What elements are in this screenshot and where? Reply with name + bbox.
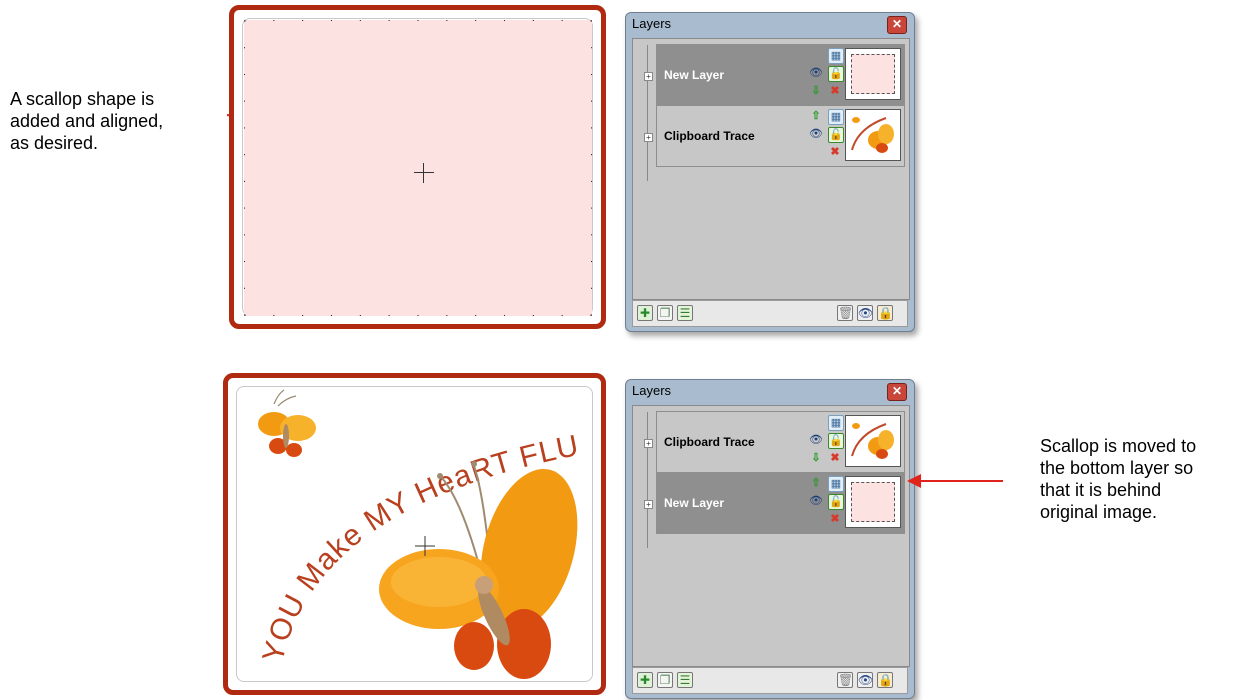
expand-icon[interactable]: + [644,439,653,448]
annotation-bottom-line-4: original image. [1040,502,1158,522]
delete-icon[interactable]: ✖ [828,512,842,526]
grid-icon[interactable]: ▦ [828,48,844,64]
lock-icon[interactable]: 🔓 [828,433,844,449]
trash-icon[interactable]: 🗑 [837,672,853,688]
tree-line [647,45,648,181]
add-layer-button[interactable]: ✚ [637,305,653,321]
layers-panel-bottom: Layers ✕ + Clipboard Trace ▦ 👁 🔓 ⇩ ✖ + N… [625,379,915,699]
layer-name: New Layer [664,68,725,82]
annotation-top-line-3: as desired. [10,133,99,153]
layer-row-new-layer[interactable]: + New Layer ⇧ ▦ 👁 🔓 ✖ [644,472,905,534]
annotation-top-line-2: added and aligned, [10,111,164,131]
layer-row-new-layer[interactable]: + New Layer ▦ 👁 🔓 ⇩ ✖ [644,44,905,106]
small-butterfly-icon [258,389,316,457]
delete-icon[interactable]: ✖ [828,451,842,465]
layers-list: + New Layer ▦ 👁 🔓 ⇩ ✖ + Clipboard Trace … [632,38,910,300]
eye-icon[interactable]: 👁 [809,433,823,447]
expand-icon[interactable]: + [644,500,653,509]
expand-icon[interactable]: + [644,133,653,142]
duplicate-layer-button[interactable]: ❐ [657,672,673,688]
grid-icon[interactable]: ▦ [828,109,844,125]
annotation-bottom-line-2: the bottom layer so [1040,458,1194,478]
eye-icon[interactable]: 👁 [857,672,873,688]
move-down-icon[interactable]: ⇩ [809,451,823,465]
grid-icon[interactable]: ▦ [828,415,844,431]
layer-name: Clipboard Trace [664,435,755,449]
annotation-arrow-bottom [907,474,1003,488]
layer-row-clipboard-trace[interactable]: + Clipboard Trace ▦ 👁 🔓 ⇩ ✖ [644,411,905,473]
delete-icon[interactable]: ✖ [828,145,842,159]
move-up-icon[interactable]: ⇧ [809,109,823,123]
eye-icon[interactable]: 👁 [809,494,823,508]
panel-footer: ✚ ❐ ☰ 🗑 👁 🔒 [632,667,908,694]
canvas-bottom[interactable]: YOU Make MY HeaRT FLUTTer... [223,373,606,695]
layer-name: New Layer [664,496,725,510]
lock-icon[interactable]: 🔓 [828,66,844,82]
lock-icon[interactable]: 🔓 [828,127,844,143]
layer-thumbnail [845,48,901,100]
eye-icon[interactable]: 👁 [857,305,873,321]
panel-title: Layers [632,16,672,31]
duplicate-layer-button[interactable]: ❐ [657,305,673,321]
crosshair-cursor [414,163,434,183]
trash-icon[interactable]: 🗑 [837,305,853,321]
lock-icon[interactable]: 🔓 [828,494,844,510]
canvas-top[interactable] [229,5,606,329]
layers-panel-top: Layers ✕ + New Layer ▦ 👁 🔓 ⇩ ✖ + Clipboa… [625,12,915,332]
expand-icon[interactable]: + [644,72,653,81]
annotation-bottom-line-3: that it is behind [1040,480,1162,500]
merge-layer-button[interactable]: ☰ [677,305,693,321]
layer-row-clipboard-trace[interactable]: + Clipboard Trace ⇧ ▦ 👁 🔓 ✖ [644,105,905,167]
lock-icon[interactable]: 🔒 [877,672,893,688]
add-layer-button[interactable]: ✚ [637,672,653,688]
annotation-top-line-1: A scallop shape is [10,89,155,109]
eye-icon[interactable]: 👁 [809,127,823,141]
annotation-bottom-line-1: Scallop is moved to [1040,436,1197,456]
layer-name: Clipboard Trace [664,129,755,143]
layer-thumbnail [845,109,901,161]
merge-layer-button[interactable]: ☰ [677,672,693,688]
eye-icon[interactable]: 👁 [809,66,823,80]
annotation-bottom: Scallop is moved to the bottom layer so … [1040,435,1255,523]
layer-thumbnail [845,415,901,467]
layer-thumbnail [845,476,901,528]
close-button[interactable]: ✕ [887,383,907,401]
annotation-top: A scallop shape is added and aligned, as… [10,88,220,154]
move-down-icon[interactable]: ⇩ [809,84,823,98]
original-image[interactable]: YOU Make MY HeaRT FLUTTer... [234,384,594,684]
panel-title: Layers [632,383,672,398]
layers-list: + Clipboard Trace ▦ 👁 🔓 ⇩ ✖ + New Layer … [632,405,910,667]
lock-icon[interactable]: 🔒 [877,305,893,321]
close-button[interactable]: ✕ [887,16,907,34]
tree-line [647,412,648,548]
panel-footer: ✚ ❐ ☰ 🗑 👁 🔒 [632,300,908,327]
delete-icon[interactable]: ✖ [828,84,842,98]
grid-icon[interactable]: ▦ [828,476,844,492]
move-up-icon[interactable]: ⇧ [809,476,823,490]
